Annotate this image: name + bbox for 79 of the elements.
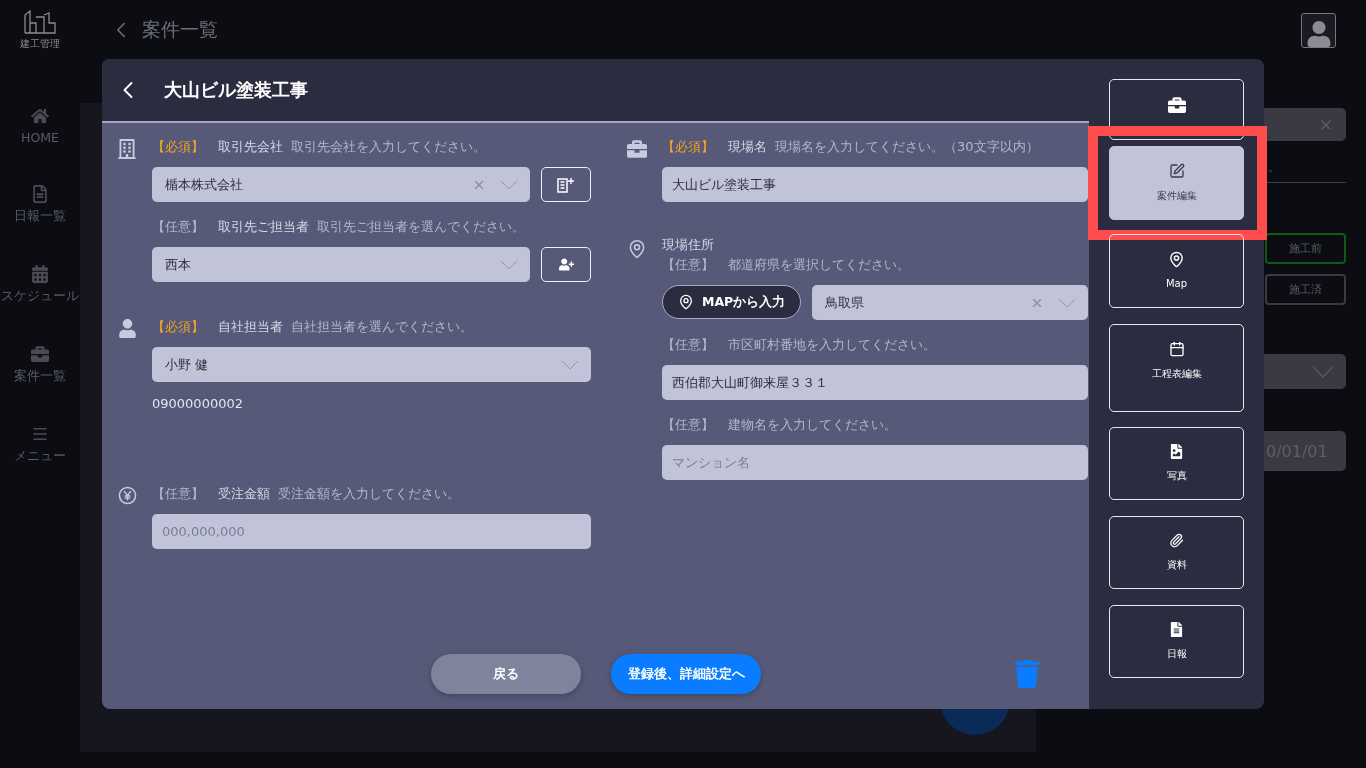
select-field[interactable]: 楯本株式会社: [152, 167, 530, 202]
document-icon: [1169, 622, 1184, 637]
paperclip-icon: [1169, 533, 1184, 548]
requirement-tag: 【任意】: [662, 336, 714, 354]
select-field[interactable]: 小野 健: [152, 347, 591, 382]
briefcase-icon: [627, 139, 647, 159]
chevron-down-icon: [500, 179, 518, 190]
calendar-icon[interactable]: [31, 265, 49, 283]
logo-text: 建工管理: [20, 37, 60, 51]
select-field[interactable]: [1264, 354, 1346, 389]
input-field[interactable]: 大山ビル塗装工事: [662, 167, 1088, 202]
calendar-icon: [1168, 341, 1185, 357]
text-field[interactable]: [1264, 108, 1346, 141]
add-person-icon: [558, 257, 574, 272]
action-card[interactable]: 工程表編集: [1109, 324, 1244, 412]
building-icon: [117, 139, 137, 159]
field-hint: 建物名を入力してください。: [728, 416, 897, 434]
requirement-tag: 【任意】: [662, 416, 714, 434]
home-icon[interactable]: [31, 107, 49, 125]
field-label: 現場名: [728, 138, 767, 156]
input-field[interactable]: マンション名: [662, 445, 1088, 480]
phone-number: 09000000002: [152, 396, 244, 411]
briefcase-icon: [1167, 96, 1186, 114]
trash-icon: [1013, 660, 1041, 688]
field-label: 取引先会社: [218, 138, 283, 156]
page-title: 案件一覧: [142, 17, 218, 42]
briefcase-icon[interactable]: [31, 345, 49, 363]
action-card[interactable]: 日報: [1109, 605, 1244, 678]
select-field[interactable]: 鳥取県: [812, 285, 1088, 320]
requirement-tag: 【必須】: [662, 138, 714, 156]
map-pin-icon: [678, 294, 694, 310]
field-hint: 自社担当者を選んでください。: [291, 318, 473, 336]
add-building-icon: [556, 175, 576, 194]
hint-text: 。: [1264, 159, 1346, 183]
requirement-tag: 【任意】: [662, 256, 714, 274]
field-label: 取引先ご担当者: [218, 218, 309, 236]
add-button[interactable]: [541, 247, 591, 282]
chevron-down-icon: [1312, 365, 1334, 378]
chevron-down-icon: [561, 359, 579, 370]
map-pin-icon: [1168, 251, 1185, 268]
requirement-tag: 【必須】: [152, 138, 204, 156]
action-card[interactable]: 案件編集: [1109, 146, 1244, 220]
image-file-icon: [1169, 444, 1184, 459]
register-button[interactable]: 登録後、詳細設定へ: [611, 654, 761, 694]
requirement-tag: 【必須】: [152, 318, 204, 336]
field-hint: 受注金額を入力してください。: [278, 485, 460, 503]
edit-icon: [1168, 163, 1185, 179]
input-field[interactable]: 000,000,000: [152, 514, 591, 549]
chevron-down-icon: [500, 259, 518, 270]
action-card[interactable]: 資料: [1109, 516, 1244, 589]
field-label: 受注金額: [218, 485, 270, 503]
person-icon: [1305, 20, 1332, 47]
field-hint: 市区町村番地を入力してください。: [728, 336, 936, 354]
chevron-down-icon: [1058, 297, 1076, 308]
field-hint: 現場名を入力してください。（30文字以内）: [775, 138, 1039, 156]
field-hint: 取引先ご担当者を選んでください。: [317, 218, 525, 236]
field-hint: 取引先会社を入力してください。: [291, 138, 486, 156]
map-input-button[interactable]: MAPから入力: [662, 285, 802, 319]
delete-button[interactable]: [1013, 660, 1041, 688]
requirement-tag: 【任意】: [152, 485, 204, 503]
action-card[interactable]: [1109, 79, 1244, 140]
logo-icon: [23, 9, 57, 35]
map-pin-icon: [627, 239, 647, 259]
menu-icon[interactable]: [31, 425, 49, 443]
input-field[interactable]: 西伯郡大山町御来屋３３１: [662, 365, 1088, 400]
requirement-tag: 【任意】: [152, 218, 204, 236]
person-icon: [117, 319, 137, 338]
back-button[interactable]: 戻る: [431, 654, 581, 694]
field-heading: 現場住所: [662, 236, 715, 254]
select-field[interactable]: 西本: [152, 247, 530, 282]
field-hint: 都道府県を選択してください。: [728, 256, 910, 274]
action-card[interactable]: 写真: [1109, 427, 1244, 500]
avatar-button[interactable]: [1301, 12, 1336, 48]
document-icon[interactable]: [31, 185, 49, 203]
add-button[interactable]: [541, 167, 591, 202]
dialog-title: 大山ビル塗装工事: [164, 78, 308, 102]
field-label: 自社担当者: [218, 318, 283, 336]
action-card[interactable]: Map: [1109, 234, 1244, 308]
yen-icon: [117, 486, 137, 505]
